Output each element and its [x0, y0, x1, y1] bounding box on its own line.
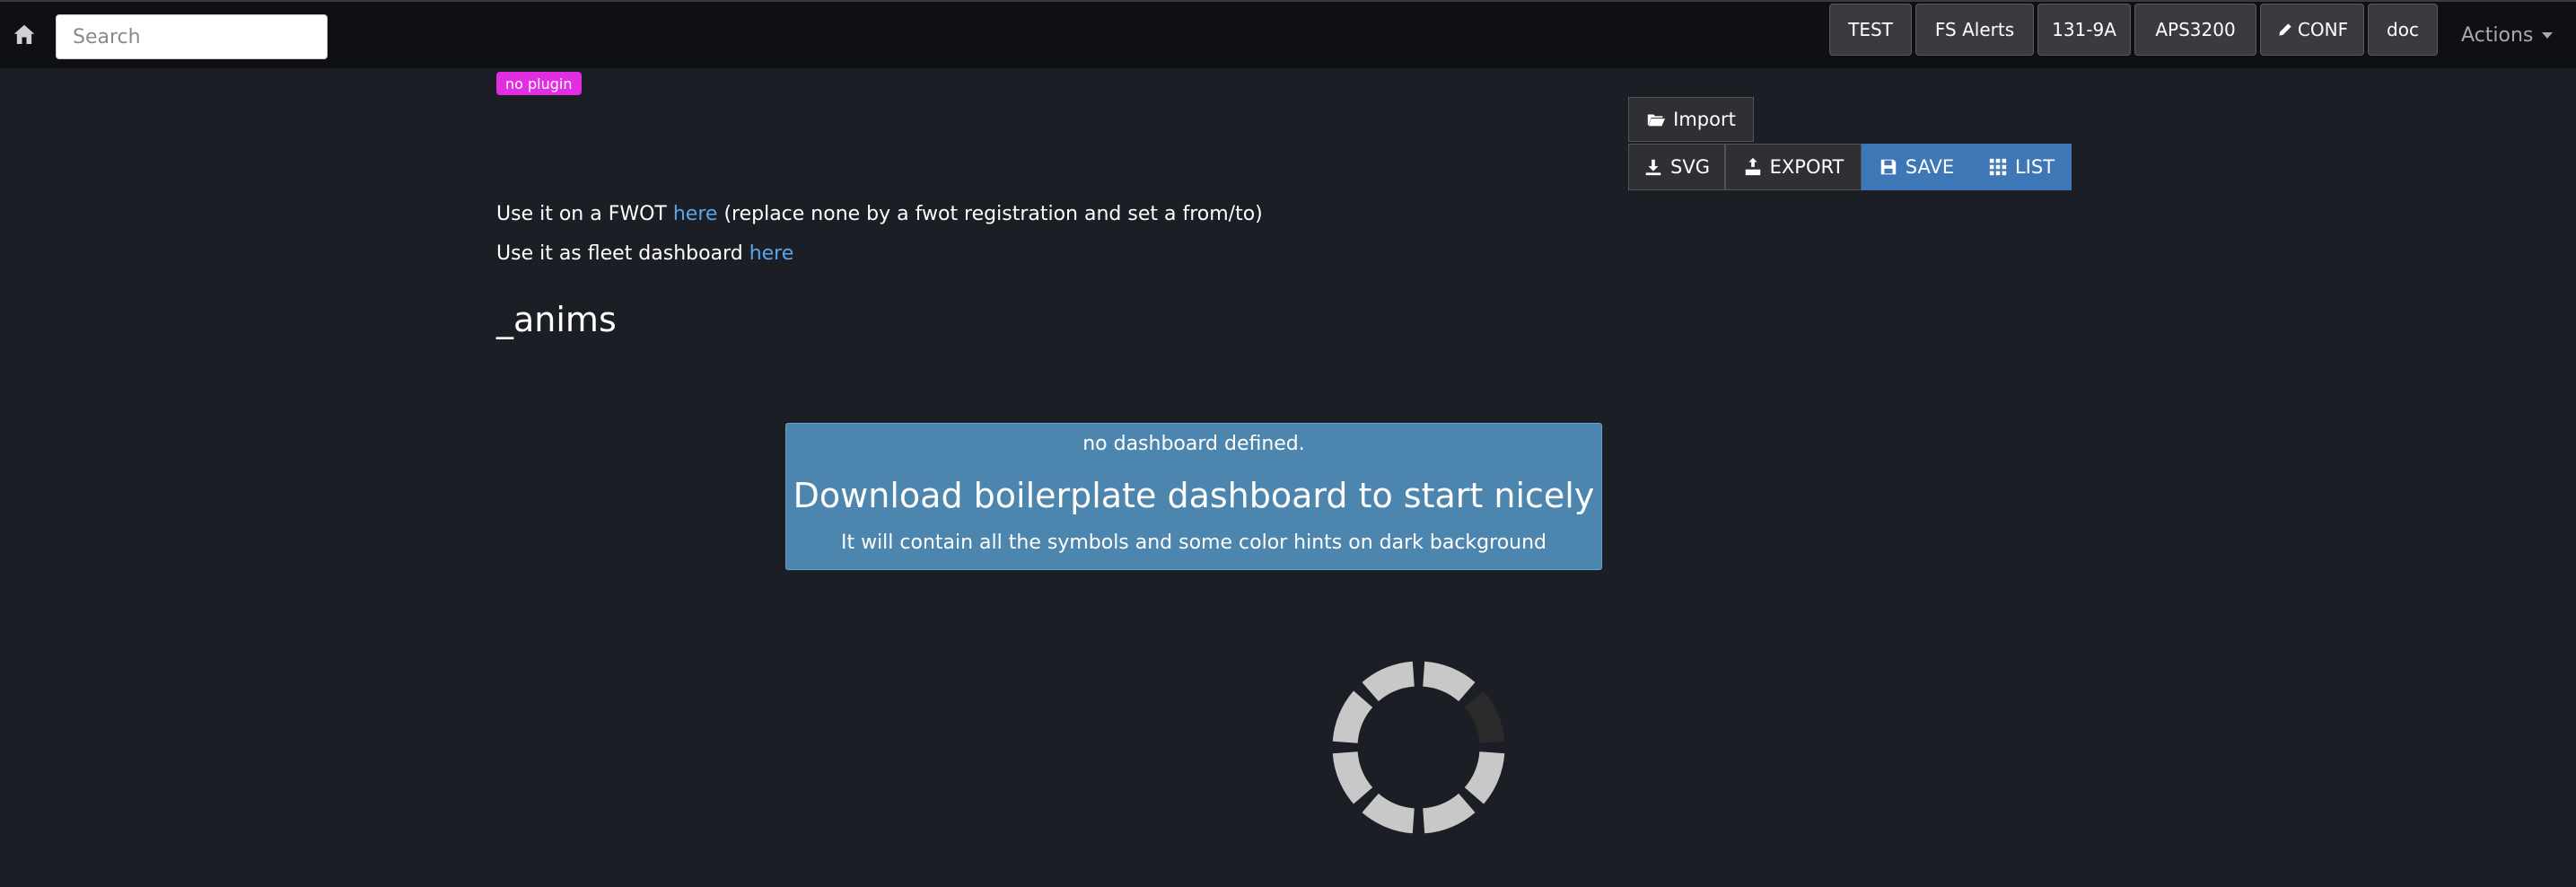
search-input[interactable] [56, 14, 328, 59]
list-button[interactable]: LIST [1971, 144, 2072, 190]
nav-button-test[interactable]: TEST [1829, 4, 1912, 56]
home-icon[interactable] [11, 22, 38, 48]
nav-button-131-9a[interactable]: 131-9A [2037, 4, 2131, 56]
nav-button-doc[interactable]: doc [2368, 4, 2438, 56]
fleet-here-link[interactable]: here [749, 242, 794, 265]
pencil-icon [2279, 23, 2291, 36]
loading-spinner-icon [1332, 661, 1505, 834]
grid-icon [1989, 158, 2007, 176]
folder-open-icon [1647, 114, 1666, 127]
caret-down-icon [2542, 31, 2554, 39]
spinner-segment [1464, 690, 1505, 743]
fwot-info-line: Use it on a FWOT here (replace none by a… [496, 203, 1263, 225]
import-button[interactable]: Import [1628, 97, 1754, 142]
svg-download-button[interactable]: SVG [1628, 144, 1725, 190]
floppy-disk-icon [1880, 159, 1897, 175]
spinner-segment [1362, 661, 1415, 702]
nav-button-group: TEST FS Alerts 131-9A APS3200 CONF doc [1829, 4, 2438, 56]
panel-heading: Download boilerplate dashboard to start … [793, 476, 1595, 515]
fwot-here-link[interactable]: here [673, 203, 718, 225]
nav-button-conf[interactable]: CONF [2260, 4, 2364, 56]
fleet-info-line: Use it as fleet dashboard here [496, 242, 794, 265]
nav-button-aps3200[interactable]: APS3200 [2134, 4, 2256, 56]
panel-subtext: It will contain all the symbols and some… [840, 531, 1547, 554]
spinner-segment [1464, 751, 1505, 804]
spinner-segment [1332, 690, 1373, 743]
spinner-segment [1423, 661, 1476, 702]
download-boilerplate-panel[interactable]: no dashboard defined. Download boilerpla… [785, 423, 1602, 570]
spinner-segment [1362, 793, 1415, 834]
spinner-segment [1423, 793, 1476, 834]
no-plugin-badge: no plugin [496, 72, 582, 95]
spinner-segment [1332, 751, 1373, 804]
page-title: _anims [496, 300, 617, 339]
actions-dropdown[interactable]: Actions [2461, 20, 2554, 50]
nav-button-fs-alerts[interactable]: FS Alerts [1915, 4, 2034, 56]
panel-notice: no dashboard defined. [1082, 433, 1305, 455]
download-icon [1645, 159, 1661, 176]
export-button[interactable]: EXPORT [1725, 144, 1862, 190]
save-button[interactable]: SAVE [1862, 144, 1971, 190]
top-navbar: TEST FS Alerts 131-9A APS3200 CONF doc A… [0, 0, 2576, 68]
export-icon [1745, 157, 1760, 176]
